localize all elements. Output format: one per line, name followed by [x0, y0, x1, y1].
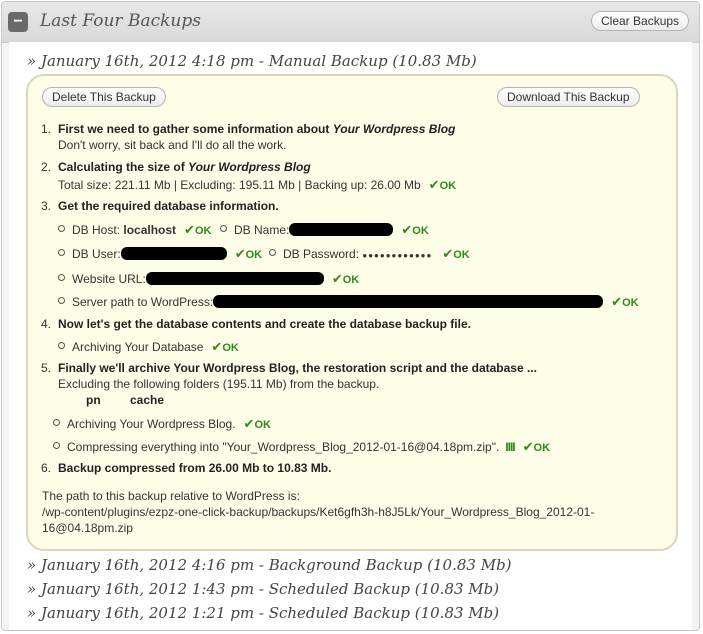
- bullet-icon: [58, 249, 65, 256]
- step-6-title: Backup compressed from 26.00 Mb to 10.83…: [58, 461, 332, 475]
- step-2-number: 2.: [41, 160, 52, 174]
- check-icon: ✔: [184, 222, 195, 237]
- redacted-db-user: [120, 247, 227, 260]
- ok-badge: ✔OK: [611, 294, 639, 309]
- compress-row: Compressing everything into "Your_Wordpr…: [53, 439, 550, 455]
- check-icon: ✔: [401, 222, 413, 237]
- ok-label: OK: [342, 274, 360, 286]
- check-icon: ✔: [522, 439, 534, 454]
- redacted-website-url: [145, 272, 324, 285]
- ok-badge: ✔OK: [442, 246, 470, 261]
- step-1-blog-name: Your Wordpress Blog: [332, 122, 456, 136]
- ok-badge: ✔OK: [211, 339, 239, 354]
- step-4-number: 4.: [41, 317, 52, 331]
- bullet-icon: [58, 274, 65, 281]
- ok-label: OK: [439, 180, 457, 192]
- excluded-folder-pn: pn: [86, 393, 101, 407]
- progress-bars-icon: IIII: [505, 440, 515, 454]
- clear-backups-button[interactable]: Clear Backups: [591, 11, 690, 31]
- panel-header: − Last Four Backups Clear Backups: [2, 2, 699, 43]
- collapse-toggle-icon[interactable]: −: [8, 12, 28, 32]
- excluded-folder-cache: cache: [130, 393, 165, 407]
- db-name-row: DB Name: ✔OK: [220, 222, 429, 238]
- step-1-number: 1.: [41, 122, 52, 136]
- check-icon: ✔: [611, 294, 623, 309]
- ok-label: OK: [194, 225, 212, 237]
- db-password-value: ●●●●●●●●●●●●: [362, 251, 433, 260]
- archive-database-label: Archiving Your Database: [72, 340, 204, 354]
- redacted-server-path: [213, 295, 604, 308]
- step-3-number: 3.: [41, 199, 52, 213]
- db-user-label: DB User:: [72, 247, 121, 261]
- step-1-title-text: First we need to gather some information…: [58, 122, 333, 136]
- check-icon: ✔: [211, 339, 223, 354]
- bullet-icon: [53, 442, 60, 449]
- db-password-row: DB Password: ●●●●●●●●●●●● ✔OK: [269, 246, 470, 262]
- bullet-icon: [58, 297, 65, 304]
- step-1-subtext: Don't worry, sit back and I'll do all th…: [58, 138, 287, 152]
- backup-heading-2[interactable]: » January 16th, 2012 4:16 pm - Backgroun…: [27, 556, 512, 574]
- redacted-db-name: [289, 223, 394, 236]
- step-3-title: Get the required database information.: [58, 199, 279, 213]
- ok-label: OK: [222, 342, 239, 354]
- ok-label: OK: [533, 442, 551, 454]
- check-icon: ✔: [243, 416, 255, 431]
- db-name-label: DB Name:: [234, 223, 290, 237]
- step-6-number: 6.: [41, 461, 52, 475]
- download-backup-button[interactable]: Download This Backup: [497, 87, 640, 107]
- archive-blog-row: Archiving Your Wordpress Blog. ✔OK: [53, 416, 271, 432]
- backup-heading-3[interactable]: » January 16th, 2012 1:43 pm - Scheduled…: [27, 580, 499, 598]
- step-2-title-text: Calculating the size of: [58, 160, 189, 174]
- step-4-title: Now let's get the database contents and …: [58, 317, 471, 331]
- ok-label: OK: [245, 249, 263, 261]
- ok-label: OK: [622, 297, 639, 309]
- check-icon: ✔: [234, 246, 246, 261]
- ok-label: OK: [412, 225, 429, 237]
- step-5-number: 5.: [41, 361, 52, 375]
- step-2-size-summary: Total size: 221.11 Mb | Excluding: 195.1…: [58, 177, 456, 193]
- backup-path-line-2: 16@04.18pm.zip: [42, 521, 133, 535]
- ok-badge: ✔OK: [401, 222, 429, 237]
- bullet-icon: [58, 342, 65, 349]
- ok-badge: ✔OK: [522, 439, 551, 454]
- delete-backup-button[interactable]: Delete This Backup: [42, 87, 166, 107]
- step-2-blog-name: Your Wordpress Blog: [188, 160, 311, 174]
- ok-badge: ✔OK: [234, 246, 263, 261]
- step-2-title: Calculating the size of Your Wordpress B…: [58, 160, 311, 174]
- compress-label: Compressing everything into "Your_Wordpr…: [67, 440, 500, 454]
- bullet-icon: [53, 419, 60, 426]
- step-1-title: First we need to gather some information…: [58, 122, 455, 136]
- ok-badge: ✔OK: [331, 271, 360, 286]
- db-user-row: DB User: ✔OK: [58, 246, 262, 262]
- server-path-label: Server path to WordPress:: [72, 295, 214, 309]
- step-5-title: Finally we'll archive Your Wordpress Blo…: [58, 361, 537, 375]
- step-5-subtext: Excluding the following folders (195.11 …: [58, 377, 380, 391]
- db-password-label: DB Password:: [283, 247, 363, 261]
- check-icon: ✔: [428, 177, 440, 192]
- server-path-row: Server path to WordPress: ✔OK: [58, 294, 639, 310]
- archive-database-row: Archiving Your Database ✔OK: [58, 339, 239, 355]
- ok-badge: ✔OK: [184, 222, 212, 237]
- ok-label: OK: [254, 419, 271, 431]
- check-icon: ✔: [331, 271, 343, 286]
- ok-label: OK: [453, 249, 470, 261]
- backup-heading-4[interactable]: » January 16th, 2012 1:21 pm - Scheduled…: [27, 604, 499, 622]
- db-host-label: DB Host:: [72, 223, 124, 237]
- ok-badge: ✔OK: [428, 177, 457, 192]
- ok-badge: ✔OK: [243, 416, 271, 431]
- panel-title: Last Four Backups: [40, 11, 201, 31]
- bullet-icon: [220, 225, 227, 232]
- backup-heading-1[interactable]: » January 16th, 2012 4:18 pm - Manual Ba…: [27, 52, 477, 70]
- archive-blog-label: Archiving Your Wordpress Blog.: [67, 417, 236, 431]
- backup-path-intro: The path to this backup relative to Word…: [42, 489, 300, 503]
- db-host-row: DB Host: localhost ✔OK: [58, 222, 211, 238]
- backup-path-line-1: /wp-content/plugins/ezpz-one-click-backu…: [42, 505, 595, 519]
- size-summary-text: Total size: 221.11 Mb | Excluding: 195.1…: [58, 178, 421, 192]
- website-url-label: Website URL:: [72, 272, 146, 286]
- check-icon: ✔: [442, 246, 454, 261]
- bullet-icon: [269, 249, 276, 256]
- db-host-value: localhost: [123, 223, 177, 237]
- bullet-icon: [58, 225, 65, 232]
- website-url-row: Website URL: ✔OK: [58, 271, 359, 287]
